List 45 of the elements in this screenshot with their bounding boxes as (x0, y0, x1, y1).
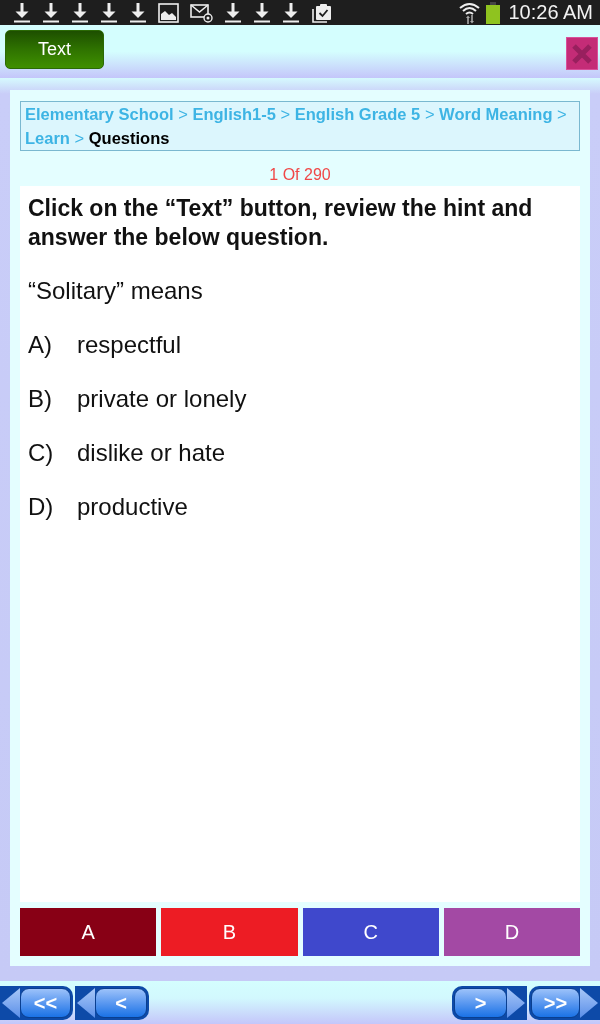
right-triangle-icon (580, 988, 598, 1018)
download-icon (129, 2, 147, 23)
breadcrumb-separator: > (424, 105, 435, 123)
breadcrumb-link[interactable]: Elementary School (25, 105, 174, 123)
close-button[interactable] (566, 37, 598, 70)
download-icon (100, 2, 118, 23)
option-text: respectful (77, 330, 182, 360)
download-icon (13, 2, 31, 23)
answer-button[interactable]: D (443, 908, 580, 956)
answer-button[interactable]: B (161, 908, 298, 956)
option-text: dislike or hate (77, 438, 226, 468)
breadcrumb-separator: > (280, 105, 291, 123)
breadcrumb-link[interactable]: Learn (25, 129, 70, 147)
option-letter: D) (28, 492, 55, 522)
text-button[interactable]: Text (5, 30, 104, 69)
download-icon (282, 2, 300, 23)
option-text: productive (77, 492, 188, 522)
breadcrumb-separator: > (557, 105, 567, 123)
instruction-text: Click on the “Text” button, review the hint and answer the below question. (28, 194, 534, 252)
status-time: 10:26 AM (508, 0, 593, 25)
breadcrumb-current: Questions (88, 129, 170, 147)
wifi-icon (459, 1, 481, 24)
answer-button[interactable]: C (302, 908, 439, 956)
download-icon (253, 2, 271, 23)
option-letter: B) (28, 384, 53, 414)
question-prompt: “Solitary” means (28, 276, 203, 306)
battery-icon (486, 1, 501, 24)
question-counter: 1 Of 290 (269, 165, 331, 185)
breadcrumb-separator: > (178, 105, 188, 123)
download-icon (224, 2, 242, 23)
breadcrumb-link[interactable]: English1-5 (192, 105, 276, 123)
breadcrumb-separator: > (74, 129, 85, 147)
close-icon (571, 42, 593, 65)
left-triangle-icon (77, 988, 95, 1018)
download-icon (42, 2, 60, 23)
option-letter: C) (28, 438, 55, 468)
download-icon (71, 2, 89, 23)
option-letter: A) (28, 330, 53, 360)
right-triangle-icon (507, 988, 525, 1018)
left-triangle-icon (2, 988, 20, 1018)
answer-button[interactable]: A (20, 908, 157, 956)
image-icon (158, 2, 179, 23)
option-text: private or lonely (77, 384, 247, 414)
breadcrumb-link[interactable]: English Grade 5 (294, 105, 421, 123)
breadcrumb-link[interactable]: Word Meaning (439, 105, 553, 123)
